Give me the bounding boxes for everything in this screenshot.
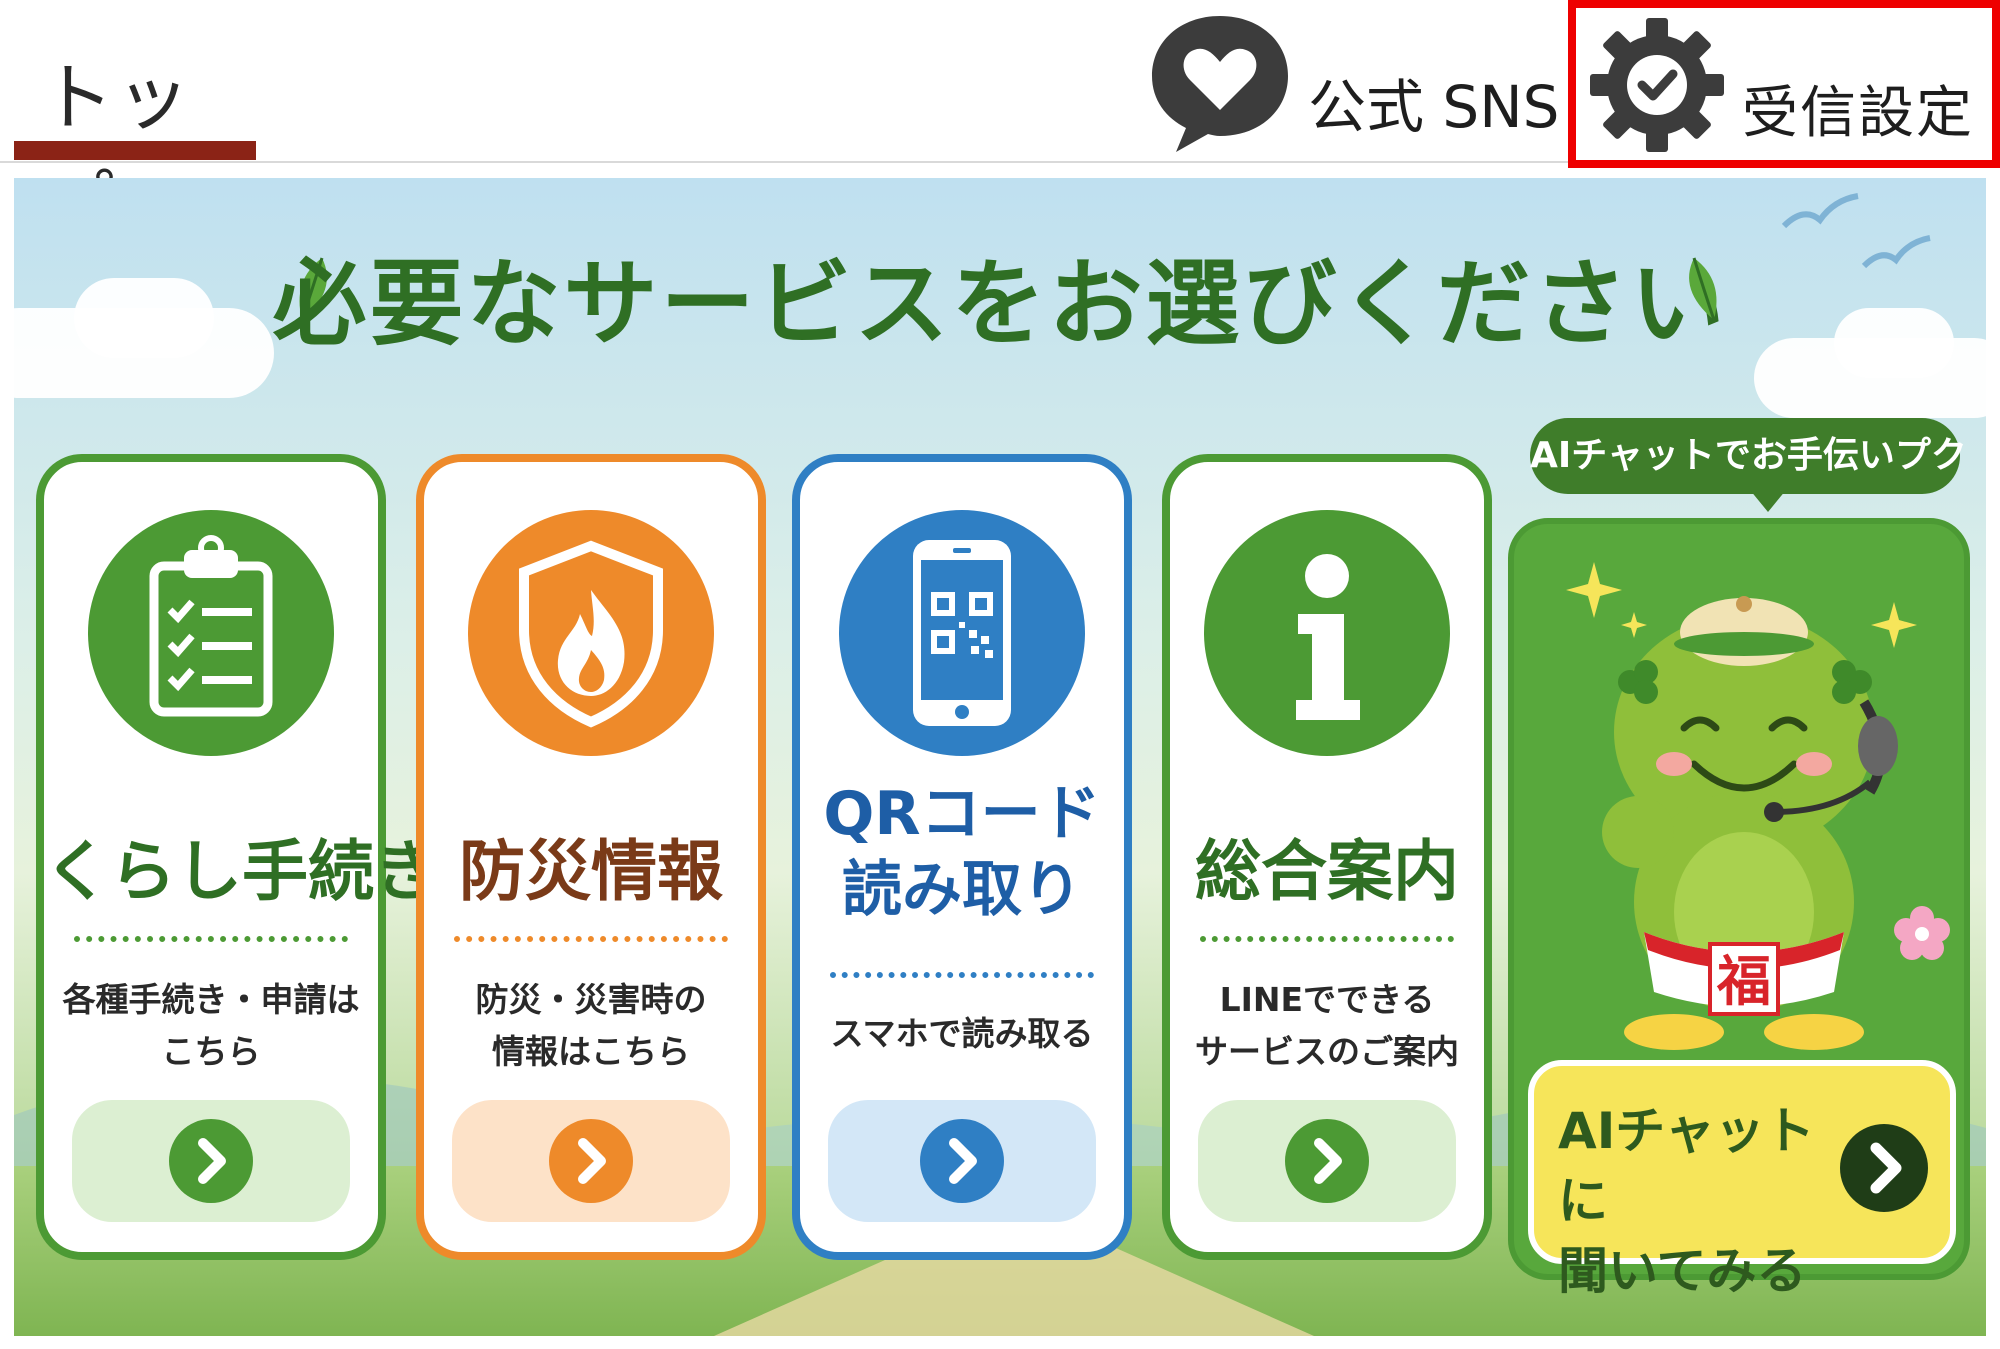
tab-top[interactable]: トップ <box>14 28 256 248</box>
dotted-divider <box>74 936 348 942</box>
card-title-line: QRコード <box>823 779 1101 849</box>
card-description-line: 防災・災害時の <box>475 980 707 1019</box>
card-action-area[interactable] <box>452 1100 730 1222</box>
dotted-divider <box>1200 936 1454 942</box>
dotted-divider <box>454 936 728 942</box>
mascot-illustration: 福 <box>1566 562 1950 1050</box>
chevron-right-icon[interactable] <box>169 1119 253 1203</box>
card-description-line: サービスのご案内 <box>1195 1032 1459 1071</box>
chevron-right-icon[interactable] <box>549 1119 633 1203</box>
info-icon <box>1204 510 1450 756</box>
ai-chat-cta-line: AIチャットに <box>1558 1102 1815 1230</box>
gear-check-icon <box>1590 18 1724 152</box>
ai-chat-cta-label: AIチャットに 聞いてみる <box>1558 1096 1858 1306</box>
header-bar: トップ 公式 SNS 受信設定 <box>0 0 2000 248</box>
card-general-guide[interactable]: 総合案内 LINEでできる サービスのご案内 <box>1162 454 1492 1260</box>
card-title: QRコード 読み取り <box>800 776 1124 928</box>
card-title: くらし手続き <box>44 833 440 910</box>
leaf-icon <box>1689 257 1717 321</box>
chevron-right-icon[interactable] <box>920 1119 1004 1203</box>
smartphone-qr-icon <box>839 510 1085 756</box>
card-description: スマホで読み取る <box>830 1014 1094 1053</box>
dotted-divider <box>830 972 1094 978</box>
card-action-area[interactable] <box>828 1100 1096 1222</box>
chevron-right-icon[interactable] <box>1285 1119 1369 1203</box>
ai-chat-panel[interactable]: 福 AIチャットに 聞いてみる <box>1508 518 1970 1300</box>
card-title: 防災情報 <box>459 833 723 910</box>
card-disaster-info[interactable]: 防災情報 防災・災害時の 情報はこちら <box>416 454 766 1260</box>
ai-chat-cta-line: 聞いてみる <box>1558 1242 1807 1300</box>
card-title: 総合案内 <box>1195 833 1459 910</box>
service-menu-banner: 必要なサービスをお選びください くらし手続き 各種手続き・申請は こちら 防災情… <box>14 178 1986 1336</box>
heart-speech-bubble-icon <box>1152 16 1288 152</box>
card-description-line: こちら <box>161 1032 261 1071</box>
ai-chat-ask-button[interactable]: AIチャットに 聞いてみる <box>1528 1060 1956 1300</box>
card-description-line: LINEでできる <box>1219 980 1435 1019</box>
card-action-area[interactable] <box>72 1100 350 1222</box>
receive-settings-button[interactable]: 受信設定 <box>1568 0 2000 168</box>
clipboard-checklist-icon <box>88 510 334 756</box>
card-description: 防災・災害時の 情報はこちら <box>424 974 758 1078</box>
card-description: LINEでできる サービスのご案内 <box>1170 974 1484 1078</box>
official-sns-label: 公式 SNS <box>1308 73 1560 141</box>
mascot-badge-text: 福 <box>1716 950 1771 1013</box>
card-qr-reader[interactable]: QRコード 読み取り スマホで読み取る <box>792 454 1132 1260</box>
tab-active-indicator <box>14 141 256 160</box>
speech-bubble-tail <box>1750 490 1786 512</box>
card-living-procedures[interactable]: くらし手続き 各種手続き・申請は こちら <box>36 454 440 1260</box>
card-description-line: 各種手続き・申請は <box>62 980 360 1019</box>
ai-chat-speech-bubble: AIチャットでお手伝いプク <box>1530 418 1967 494</box>
card-description: 各種手続き・申請は こちら <box>44 974 378 1078</box>
card-title-line: 読み取り <box>842 855 1082 925</box>
shield-flame-icon <box>468 510 714 756</box>
card-action-area[interactable] <box>1198 1100 1456 1222</box>
official-sns-button[interactable]: 公式 SNS <box>1140 8 1560 152</box>
receive-settings-label: 受信設定 <box>1742 81 1974 146</box>
chevron-right-icon[interactable] <box>1840 1124 1928 1212</box>
card-description-line: 情報はこちら <box>492 1032 690 1071</box>
